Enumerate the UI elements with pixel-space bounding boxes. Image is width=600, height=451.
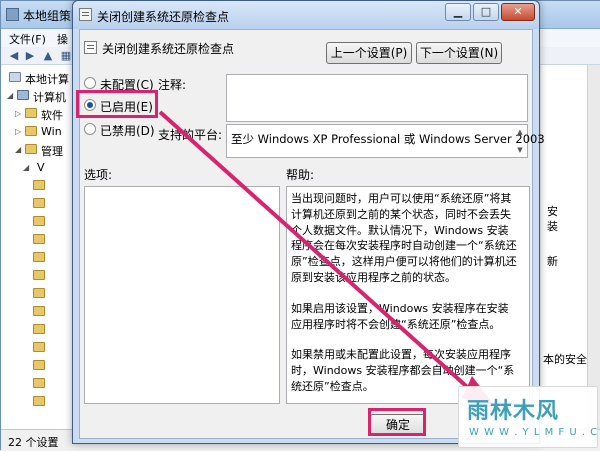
tree-item[interactable] bbox=[1, 285, 73, 303]
folder-icon bbox=[25, 126, 37, 136]
folder-icon bbox=[33, 216, 45, 226]
collapsed-chevron-icon[interactable]: ▷ bbox=[15, 127, 21, 136]
tree-item[interactable] bbox=[1, 249, 73, 267]
close-button[interactable]: ✕ bbox=[501, 3, 535, 21]
help-paragraph: 如果启用该设置，Windows 安装程序在安装应用程序时将不会创建“系统还原”检… bbox=[291, 301, 509, 331]
tree-item[interactable] bbox=[1, 321, 73, 339]
setting-heading: 关闭创建系统还原检查点 bbox=[102, 42, 235, 56]
back-arrow-icon[interactable]: ◀ bbox=[7, 49, 21, 62]
help-paragraph: 当出现问题时，用户可以使用“系统还原”将其计算机还原到之前的某个状态，同时不会丢… bbox=[291, 192, 517, 284]
help-label: 帮助: bbox=[286, 168, 315, 182]
list-fragment: 装 bbox=[547, 220, 558, 233]
collapsed-chevron-icon[interactable]: ▷ bbox=[15, 109, 21, 118]
tree-item[interactable]: ◢ V bbox=[1, 159, 73, 177]
scroll-down-arrow-icon[interactable]: ▼ bbox=[514, 144, 526, 156]
expanded-chevron-icon[interactable]: ◢ bbox=[15, 145, 21, 154]
list-fragment: 本的安全 bbox=[543, 353, 587, 366]
maximize-button[interactable]: □ bbox=[473, 3, 499, 21]
folder-icon bbox=[33, 324, 45, 334]
policy-setting-icon bbox=[84, 41, 97, 54]
computer-icon bbox=[17, 90, 29, 100]
tree-item[interactable] bbox=[1, 177, 73, 195]
tree-item[interactable] bbox=[1, 231, 73, 249]
help-pane: 当出现问题时，用户可以使用“系统还原”将其计算机还原到之前的某个状态，同时不会丢… bbox=[286, 186, 530, 404]
options-pane bbox=[84, 186, 280, 404]
previous-setting-button[interactable]: 上一个设置(P) bbox=[326, 42, 412, 64]
folder-icon bbox=[33, 234, 45, 244]
folder-icon bbox=[33, 360, 45, 370]
settings-list-scrollbar[interactable] bbox=[587, 65, 600, 429]
policy-setting-dialog: 关闭创建系统还原检查点 ▁ □ ✕ 关闭创建系统还原检查点 上一个设置(P) 下… bbox=[72, 0, 545, 444]
expanded-chevron-icon[interactable]: ◢ bbox=[23, 163, 29, 172]
forward-arrow-icon[interactable]: ▶ bbox=[23, 49, 37, 62]
tree-item[interactable] bbox=[1, 375, 73, 393]
next-setting-button[interactable]: 下一个设置(N) bbox=[416, 42, 502, 64]
tree-item[interactable]: ◢ 计算机 bbox=[1, 87, 73, 105]
radio-button[interactable] bbox=[84, 77, 96, 89]
watermark-logo: 雨林木风 bbox=[467, 399, 560, 424]
menu-file[interactable]: 文件(F) bbox=[9, 31, 46, 47]
list-fragment: 新 bbox=[547, 255, 558, 268]
folder-icon bbox=[33, 180, 45, 190]
folder-icon bbox=[33, 306, 45, 316]
tree-item[interactable]: ▷ 软件 bbox=[1, 105, 73, 123]
supported-platform-field: 至少 Windows XP Professional 或 Windows Ser… bbox=[226, 124, 545, 158]
gpedit-app-icon bbox=[6, 8, 19, 21]
folder-icon bbox=[33, 198, 45, 208]
watermark: 雨林木风 W W W . Y L M F U . C O M bbox=[458, 386, 600, 448]
minimize-button[interactable]: ▁ bbox=[445, 3, 471, 21]
ok-highlight-box bbox=[368, 408, 426, 436]
folder-icon bbox=[33, 288, 45, 298]
folder-icon bbox=[33, 252, 45, 262]
folder-icon bbox=[25, 144, 37, 154]
up-folder-icon[interactable]: ▲ bbox=[41, 49, 55, 62]
scroll-up-arrow-icon[interactable]: ▲ bbox=[514, 126, 526, 138]
expanded-chevron-icon[interactable]: ◢ bbox=[7, 91, 13, 100]
folder-icon bbox=[33, 342, 45, 352]
tree-item[interactable]: ▷ Win bbox=[1, 123, 73, 141]
supported-platform-value: 至少 Windows XP Professional 或 Windows Ser… bbox=[231, 132, 545, 146]
computer-policy-icon bbox=[9, 72, 21, 82]
show-tree-icon[interactable]: ▦ bbox=[59, 49, 73, 62]
tree-item[interactable] bbox=[1, 267, 73, 285]
dialog-title-bar[interactable]: 关闭创建系统还原检查点 ▁ □ ✕ bbox=[73, 1, 539, 29]
options-label: 选项: bbox=[84, 168, 113, 182]
tree-item[interactable] bbox=[1, 195, 73, 213]
supported-platform-label: 支持的平台: bbox=[158, 128, 223, 142]
tree-item[interactable] bbox=[1, 339, 73, 357]
tree-item[interactable]: 本地计算 bbox=[1, 69, 73, 87]
folder-icon bbox=[33, 270, 45, 280]
tree-item[interactable] bbox=[1, 303, 73, 321]
folder-icon bbox=[33, 378, 45, 388]
status-setting-count: 22 个设置 bbox=[8, 436, 59, 449]
watermark-url: W W W . Y L M F U . C O M bbox=[469, 427, 600, 438]
navigation-tree: 本地计算 ◢ 计算机 ▷ 软件 ▷ Win ◢ 管理 ◢ V bbox=[1, 65, 73, 429]
tree-item[interactable] bbox=[1, 393, 73, 411]
tree-item[interactable] bbox=[1, 357, 73, 375]
menu-action[interactable]: 操 bbox=[57, 31, 68, 47]
radio-button[interactable] bbox=[84, 123, 96, 135]
list-fragment: 安 bbox=[547, 205, 558, 218]
help-text: 当出现问题时，用户可以使用“系统还原”将其计算机还原到之前的某个状态，同时不会丢… bbox=[291, 191, 517, 403]
comment-field[interactable] bbox=[226, 74, 528, 122]
enabled-highlight-box bbox=[76, 90, 158, 118]
tree-item[interactable]: ◢ 管理 bbox=[1, 141, 73, 159]
policy-setting-icon bbox=[79, 8, 92, 21]
comment-label: 注释: bbox=[158, 78, 187, 92]
tree-item[interactable] bbox=[1, 213, 73, 231]
folder-icon bbox=[33, 396, 45, 406]
dialog-title: 关闭创建系统还原检查点 bbox=[97, 10, 230, 24]
folder-icon bbox=[25, 108, 37, 118]
